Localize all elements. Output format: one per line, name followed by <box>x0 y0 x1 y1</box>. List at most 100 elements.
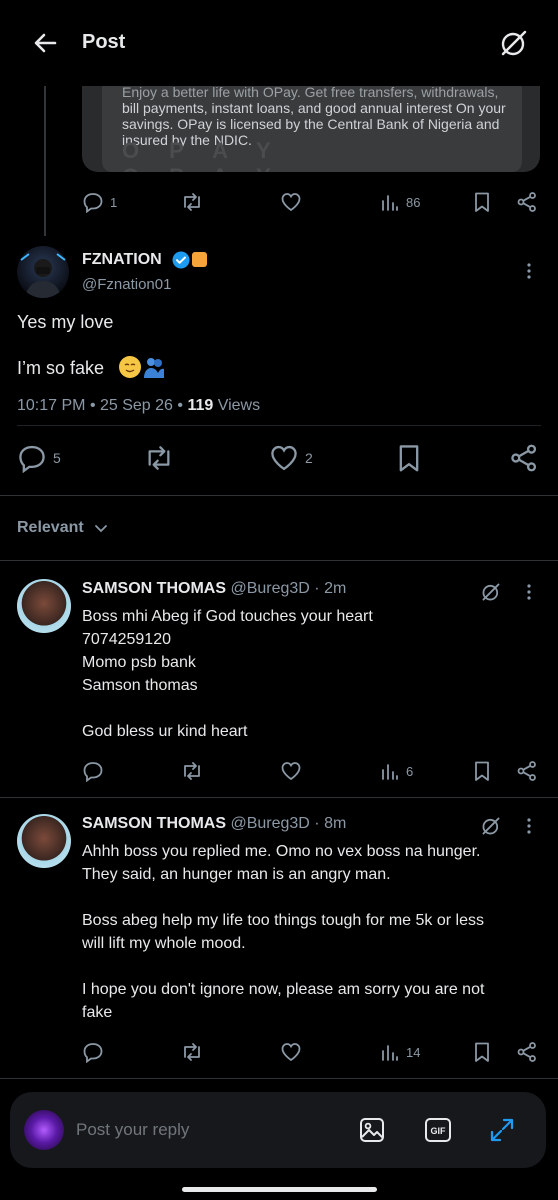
divider <box>0 495 558 496</box>
reply-author-handle[interactable]: @Bureg3D <box>230 580 309 597</box>
bookmark-button[interactable] <box>395 442 423 474</box>
page-title: Post <box>82 31 126 53</box>
repost-button[interactable] <box>180 1039 204 1065</box>
reply-text: Boss mhi Abeg if God touches your heart … <box>82 608 373 740</box>
bookmark-icon <box>472 191 492 213</box>
reply-text: Ahhh boss you replied me. Omo no vex bos… <box>82 843 485 1021</box>
reply-author-handle[interactable]: @Bureg3D <box>230 815 309 832</box>
top-bar: Post <box>0 0 558 86</box>
home-indicator[interactable] <box>182 1187 377 1192</box>
post-text-line: I’m so fake <box>17 358 105 378</box>
reply-button[interactable]: 5 <box>17 442 61 474</box>
more-options-icon[interactable] <box>520 262 538 280</box>
author-handle[interactable]: @Fznation01 <box>82 276 171 293</box>
reply-button[interactable] <box>82 1039 104 1065</box>
views-label: Views <box>217 397 261 414</box>
post-meta: 10:17 PM • 25 Sep 26 • 119 Views <box>17 397 261 414</box>
views-count: 14 <box>406 1044 421 1060</box>
reply-input[interactable]: Post your reply <box>76 1120 189 1140</box>
share-icon <box>516 1041 538 1063</box>
hugging-people-emoji-icon <box>143 357 165 378</box>
repost-icon <box>180 1041 204 1063</box>
repost-button[interactable] <box>180 758 204 784</box>
reply-author-name[interactable]: SAMSON THOMAS <box>82 815 226 832</box>
verified-badge-icon <box>172 251 190 269</box>
post-date: 25 Sep 26 <box>99 397 173 414</box>
reply-icon <box>82 1041 104 1063</box>
share-icon <box>509 443 539 473</box>
reply-actions: 6 <box>82 758 542 784</box>
reply-header: SAMSON THOMAS @Bureg3D · 2m <box>82 580 347 597</box>
avatar[interactable] <box>17 814 71 868</box>
reply-count: 5 <box>53 450 61 466</box>
share-button[interactable] <box>516 1039 538 1065</box>
more-options-icon[interactable] <box>520 583 538 601</box>
sort-label: Relevant <box>17 519 84 536</box>
like-button[interactable] <box>280 758 302 784</box>
expand-icon[interactable] <box>488 1116 516 1144</box>
reply-composer[interactable]: Post your reply GIF <box>10 1092 546 1168</box>
thread-line <box>44 86 46 236</box>
reply-icon <box>82 760 104 782</box>
repost-button[interactable] <box>143 442 175 474</box>
like-count: 2 <box>305 450 313 466</box>
ad-image: Enjoy a better life with OPay. Get free … <box>102 74 522 172</box>
image-icon[interactable] <box>358 1116 386 1144</box>
avatar <box>24 1110 64 1150</box>
sort-dropdown[interactable]: Relevant <box>17 519 108 537</box>
share-button[interactable] <box>516 189 538 215</box>
views-button[interactable]: 6 <box>380 758 413 784</box>
share-icon <box>516 760 538 782</box>
relieved-face-emoji-icon <box>119 356 141 378</box>
more-options-icon[interactable] <box>520 817 538 835</box>
bookmark-button[interactable] <box>472 758 492 784</box>
heart-icon <box>269 443 299 473</box>
reply-button[interactable] <box>82 758 104 784</box>
reply-actions: 14 <box>82 1039 542 1065</box>
repost-button[interactable] <box>180 189 204 215</box>
reply-author-name[interactable]: SAMSON THOMAS <box>82 580 226 597</box>
repost-icon <box>180 191 204 213</box>
bookmark-button[interactable] <box>472 189 492 215</box>
affiliate-badge-icon <box>192 252 207 267</box>
bookmark-icon <box>395 443 423 473</box>
divider <box>0 560 558 561</box>
reply-header: SAMSON THOMAS @Bureg3D · 8m <box>82 815 347 832</box>
avatar[interactable] <box>17 579 71 633</box>
views-count: 86 <box>406 194 421 210</box>
like-button[interactable]: 2 <box>269 442 313 474</box>
repost-icon <box>180 760 204 782</box>
chevron-down-icon <box>94 521 108 535</box>
divider <box>0 1078 558 1079</box>
bar-chart-icon <box>380 1042 400 1062</box>
divider <box>17 425 541 426</box>
views-button[interactable]: 86 <box>380 189 420 215</box>
repost-icon <box>143 443 175 473</box>
share-button[interactable] <box>509 442 539 474</box>
heart-icon <box>280 1041 302 1063</box>
divider <box>0 797 558 798</box>
bookmark-button[interactable] <box>472 1039 492 1065</box>
grok-icon[interactable] <box>480 581 502 603</box>
arrow-left-icon[interactable] <box>30 28 60 58</box>
bookmark-icon <box>472 1041 492 1063</box>
main-post-actions: 5 2 <box>17 442 541 474</box>
post-text-line: Yes my love <box>17 312 114 332</box>
parent-post-actions: 1 86 <box>82 189 542 215</box>
bookmark-icon <box>472 760 492 782</box>
author-name[interactable]: FZNATION <box>82 251 162 269</box>
like-button[interactable] <box>280 1039 302 1065</box>
like-button[interactable] <box>280 189 302 215</box>
grok-icon[interactable] <box>480 815 502 837</box>
bar-chart-icon <box>380 192 400 212</box>
avatar[interactable] <box>17 246 69 298</box>
share-button[interactable] <box>516 758 538 784</box>
views-count: 119 <box>187 397 214 414</box>
reply-icon <box>17 443 47 473</box>
views-count: 6 <box>406 763 414 779</box>
views-button[interactable]: 14 <box>380 1039 420 1065</box>
svg-text:GIF: GIF <box>431 1126 447 1136</box>
grok-icon[interactable] <box>498 27 530 59</box>
gif-icon[interactable]: GIF <box>424 1117 452 1143</box>
reply-button[interactable]: 1 <box>82 189 117 215</box>
